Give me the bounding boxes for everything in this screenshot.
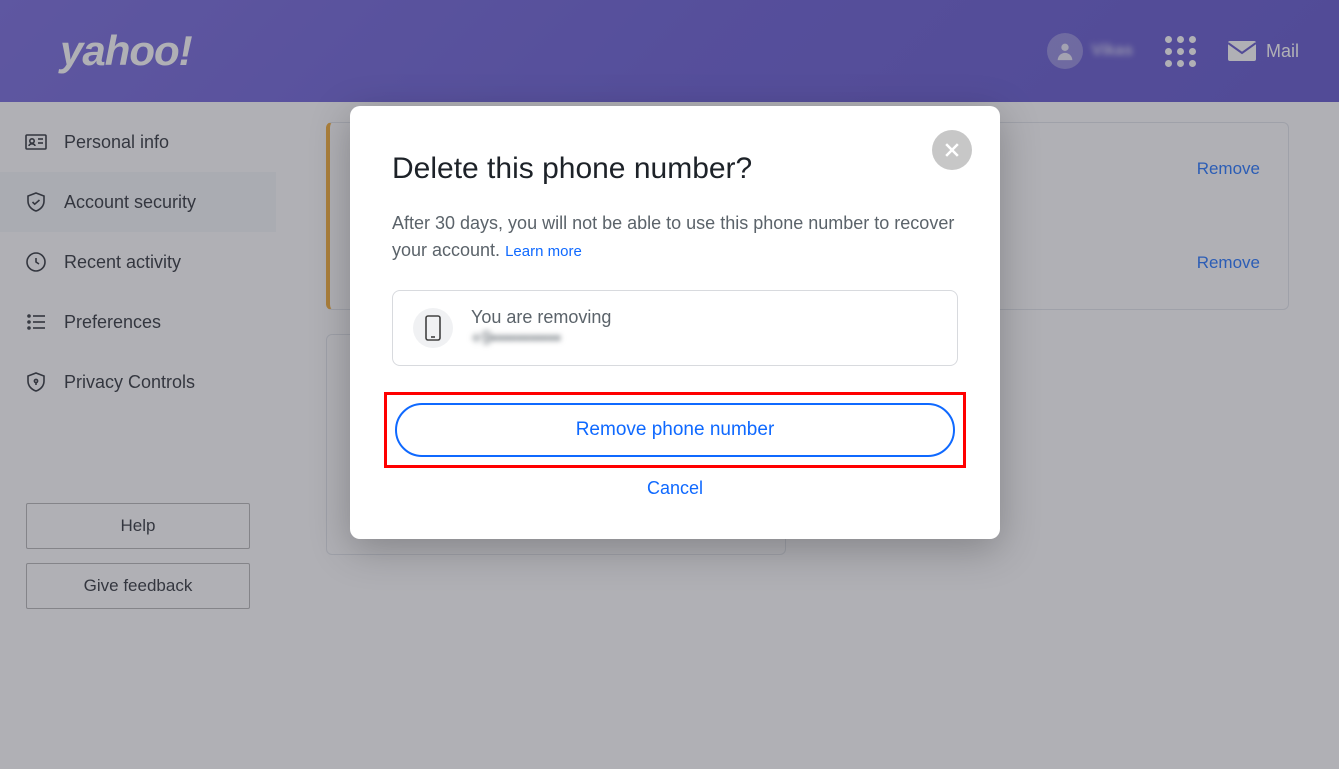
phone-icon	[413, 308, 453, 348]
learn-more-link[interactable]: Learn more	[505, 243, 582, 260]
close-button[interactable]	[932, 130, 972, 170]
remove-phone-number-button[interactable]: Remove phone number	[395, 403, 955, 457]
modal-title: Delete this phone number?	[392, 152, 958, 186]
removing-label: You are removing	[471, 307, 611, 328]
highlighted-area: Remove phone number	[384, 392, 966, 468]
close-icon	[942, 140, 962, 160]
cancel-link[interactable]: Cancel	[392, 478, 958, 499]
modal-description: After 30 days, you will not be able to u…	[392, 210, 958, 264]
phone-number-value: +9•••••••••••	[471, 328, 611, 349]
phone-info-box: You are removing +9•••••••••••	[392, 290, 958, 366]
delete-phone-modal: Delete this phone number? After 30 days,…	[350, 106, 1000, 539]
